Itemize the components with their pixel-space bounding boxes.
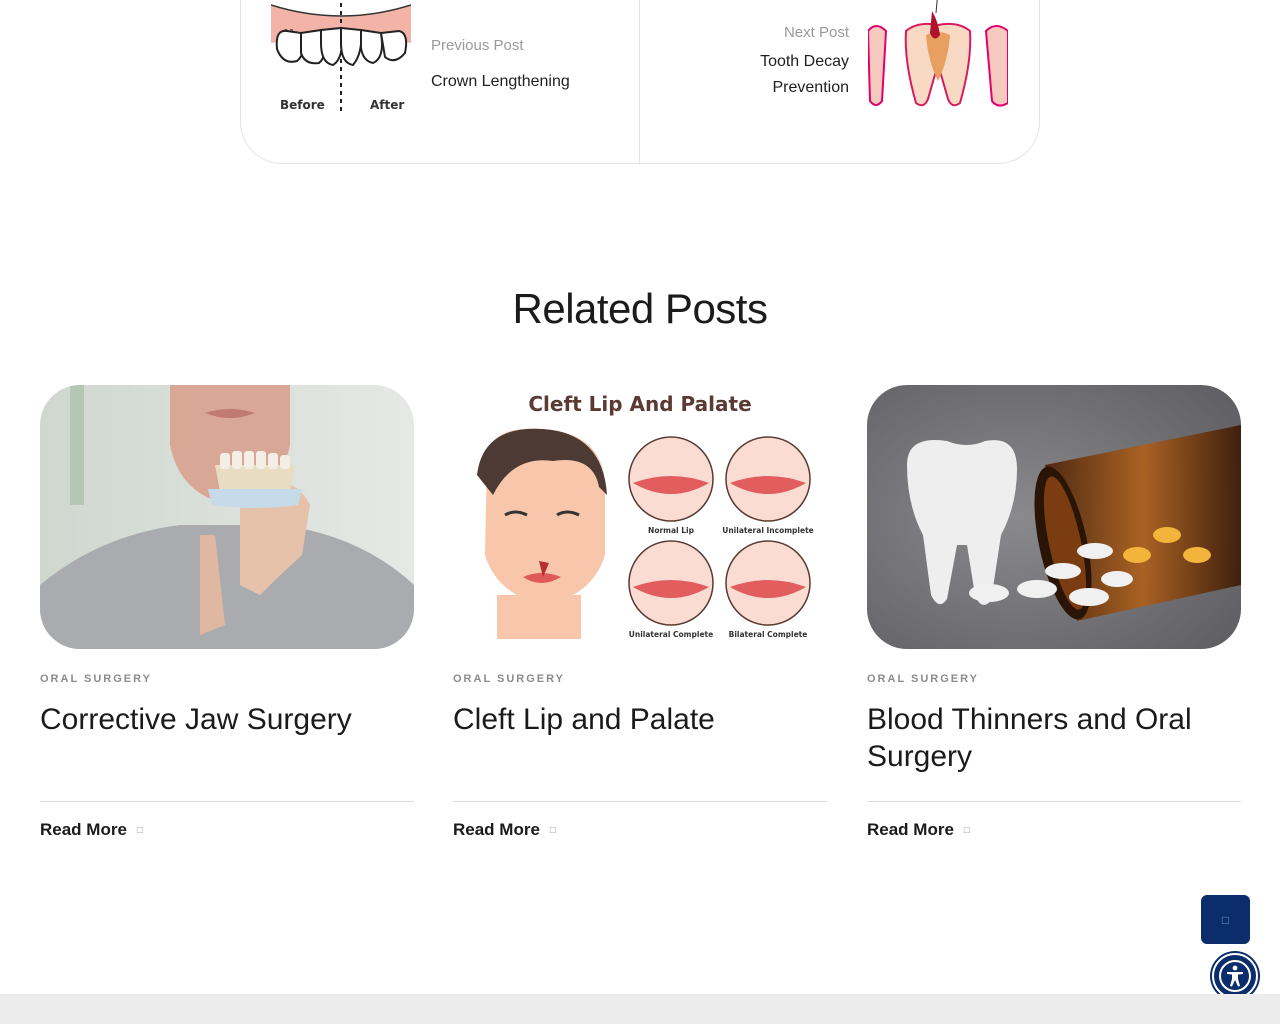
post-title[interactable]: Corrective Jaw Surgery: [40, 701, 414, 775]
footer-band: [0, 994, 1280, 1024]
previous-post-thumbnail[interactable]: Before After: [271, 3, 411, 123]
arrow-right-icon: □: [549, 824, 556, 836]
divider: [867, 801, 1241, 802]
read-more-link[interactable]: Read More □: [453, 820, 827, 840]
corrective-jaw-surgery-image[interactable]: [40, 385, 414, 649]
related-post-card: ORAL SURGERY Corrective Jaw Surgery Read…: [40, 385, 414, 840]
post-title[interactable]: Blood Thinners and Oral Surgery: [867, 701, 1241, 775]
arrow-right-icon: □: [136, 824, 143, 836]
divider: [453, 801, 827, 802]
chevron-up-icon: □: [1221, 912, 1230, 927]
blood-thinners-image[interactable]: [867, 385, 1241, 649]
label-bilateral-complete: Bilateral Complete: [729, 630, 808, 639]
accessibility-icon: [1219, 960, 1251, 992]
arrow-right-icon: □: [963, 824, 970, 836]
label-unilateral-complete: Unilateral Complete: [629, 630, 713, 639]
read-more-label: Read More: [453, 820, 540, 839]
related-posts-heading: Related Posts: [512, 285, 768, 332]
post-title[interactable]: Cleft Lip and Palate: [453, 701, 827, 775]
related-post-card: ORAL SURGERY Blood Thinners and Oral Sur…: [867, 385, 1241, 840]
read-more-label: Read More: [867, 820, 954, 839]
before-label: Before: [280, 98, 325, 112]
next-post-link[interactable]: Next Post Tooth Decay Prevention: [640, 0, 1039, 163]
after-label: After: [370, 98, 404, 112]
read-more-link[interactable]: Read More □: [40, 820, 414, 840]
previous-post-title[interactable]: Crown Lengthening: [431, 69, 570, 95]
read-more-link[interactable]: Read More □: [867, 820, 1241, 840]
read-more-label: Read More: [40, 820, 127, 839]
label-unilateral-incomplete: Unilateral Incomplete: [722, 526, 814, 535]
related-post-card: Cleft Lip And Palate Normal Lip Unilater…: [453, 385, 827, 840]
divider: [40, 801, 414, 802]
previous-post-link[interactable]: Before After Previous Post Crown Lengthe…: [241, 0, 640, 163]
post-navigation: Before After Previous Post Crown Lengthe…: [240, 0, 1040, 164]
post-category[interactable]: ORAL SURGERY: [867, 673, 1241, 685]
image-title: Cleft Lip And Palate: [528, 392, 751, 416]
accessibility-button[interactable]: [1212, 953, 1258, 999]
scroll-to-top-button[interactable]: □: [1201, 895, 1250, 944]
next-post-title[interactable]: Tooth Decay Prevention: [709, 49, 849, 101]
previous-post-kicker: Previous Post: [431, 37, 524, 54]
post-category[interactable]: ORAL SURGERY: [40, 673, 414, 685]
label-normal-lip: Normal Lip: [648, 526, 695, 535]
post-category[interactable]: ORAL SURGERY: [453, 673, 827, 685]
cleft-lip-and-palate-image[interactable]: Cleft Lip And Palate Normal Lip Unilater…: [453, 385, 827, 649]
next-post-thumbnail[interactable]: [868, 0, 1008, 111]
next-post-kicker: Next Post: [783, 24, 849, 41]
